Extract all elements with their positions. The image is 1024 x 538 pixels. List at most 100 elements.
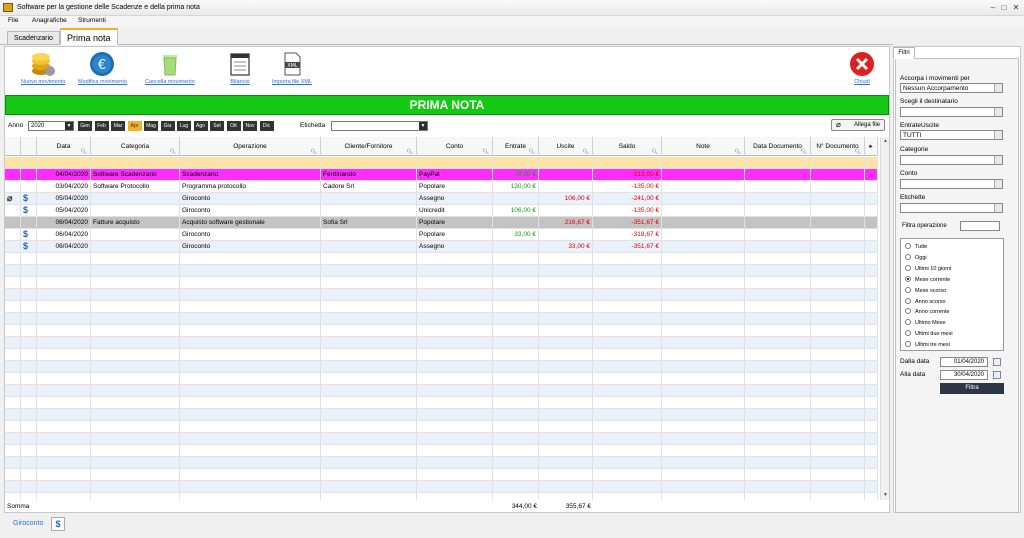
recipient-select[interactable]: [900, 107, 1003, 117]
table-row[interactable]: [5, 421, 878, 433]
table-row[interactable]: [5, 397, 878, 409]
filter-row[interactable]: [5, 157, 878, 169]
period-radio-anno-scorso[interactable]: Anno scorso: [905, 297, 946, 305]
month-button-gen[interactable]: Gen: [78, 121, 92, 131]
table-row[interactable]: [5, 445, 878, 457]
period-radio-anno-corrente[interactable]: Anno corrente: [905, 308, 950, 315]
table-row[interactable]: [5, 481, 878, 493]
tags-select[interactable]: [900, 203, 1003, 213]
period-radio-ultimi-due-mesi[interactable]: Ultimi due mesi: [905, 330, 953, 337]
scroll-down-icon[interactable]: ▼: [881, 491, 890, 500]
import-xml-button[interactable]: XML Importa file XML: [272, 51, 312, 85]
table-row[interactable]: [5, 469, 878, 481]
close-button[interactable]: Chiudi: [849, 51, 875, 85]
table-row[interactable]: [5, 253, 878, 265]
cell-note: [662, 385, 745, 397]
scroll-up-icon[interactable]: ▲: [881, 137, 890, 146]
type-select[interactable]: TUTTI: [900, 130, 1003, 140]
to-date-input[interactable]: 30/04/2020: [940, 370, 988, 380]
table-row[interactable]: [5, 457, 878, 469]
month-button-set[interactable]: Set: [210, 121, 224, 131]
column-header-cliente[interactable]: Cliente/Fornitore 🔍︎: [321, 137, 417, 156]
table-row[interactable]: ⌀ $05/04/2020 Giroconto Assegno 106,00 € -241…: [5, 193, 878, 205]
month-button-apr[interactable]: Apr: [127, 121, 142, 131]
period-radio-oggi[interactable]: Oggi: [905, 253, 927, 261]
month-button-giu[interactable]: Giu: [160, 121, 175, 131]
table-row[interactable]: $06/04/2020 Giroconto Popolare 33,00 € -318,…: [5, 229, 878, 241]
table-row[interactable]: [5, 385, 878, 397]
maximize-icon[interactable]: □: [999, 3, 1009, 13]
period-radio-tutte[interactable]: Tutte: [905, 243, 927, 250]
column-header-uscite[interactable]: Uscite 🔍︎: [539, 137, 593, 156]
attach-file-button[interactable]: ⌀ Allega file: [831, 119, 885, 131]
table-row[interactable]: [5, 325, 878, 337]
tab-filtri[interactable]: Filtri: [893, 47, 915, 59]
month-button-mag[interactable]: Mag: [144, 121, 158, 131]
new-movement-button[interactable]: Nuovo movimento: [21, 51, 65, 85]
column-header-datadoc[interactable]: Data Documento 🔍︎: [745, 137, 811, 156]
delete-movement-button[interactable]: Cancella movimento: [145, 51, 195, 85]
month-button-ott[interactable]: Ott: [226, 121, 241, 131]
month-button-mar[interactable]: Mar: [111, 121, 125, 131]
period-radio-ultimi-10-giorni[interactable]: Ultimi 10 giorni: [905, 264, 951, 272]
close-window-icon[interactable]: ✕: [1011, 3, 1021, 13]
account-select[interactable]: [900, 179, 1003, 189]
op-filter-input[interactable]: [960, 221, 1000, 231]
table-row[interactable]: [5, 277, 878, 289]
match-select[interactable]: Nessun Accorpamento: [900, 83, 1003, 93]
table-row[interactable]: [5, 313, 878, 325]
month-button-feb[interactable]: Feb: [94, 121, 109, 131]
table-row[interactable]: [5, 337, 878, 349]
table-row[interactable]: [5, 433, 878, 445]
from-date-input[interactable]: 01/04/2020: [940, 357, 988, 367]
month-button-dic[interactable]: Dic: [259, 121, 274, 131]
period-radio-mese-corrente[interactable]: Mese corrente: [905, 275, 950, 283]
table-row[interactable]: $05/04/2020 Giroconto Unicredit 106,00 € -13…: [5, 205, 878, 217]
column-header-note[interactable]: Note 🔍︎: [662, 137, 745, 156]
month-button-ago[interactable]: Ago: [193, 121, 208, 131]
tag-select[interactable]: ▼: [331, 121, 428, 131]
column-header-categoria[interactable]: Categoria 🔍︎: [91, 137, 180, 156]
column-header-conto[interactable]: Conto 🔍︎: [417, 137, 493, 156]
cell-ndoc: [811, 193, 865, 205]
year-select[interactable]: 2020 ▼: [28, 121, 74, 131]
cell-uscite: [539, 469, 593, 481]
table-row[interactable]: [5, 409, 878, 421]
menu-file[interactable]: File: [8, 17, 18, 24]
table-row[interactable]: 06/04/2020 Fatture acquisto Acquisto softw…: [5, 217, 878, 229]
table-row[interactable]: [5, 361, 878, 373]
cell-conto: Assegno: [417, 193, 493, 205]
table-row[interactable]: 03/04/2020 Software Protocollo Programma p…: [5, 181, 878, 193]
tab-prima-nota[interactable]: Prima nota: [60, 28, 118, 45]
calendar-icon[interactable]: [993, 371, 1001, 379]
month-button-nov[interactable]: Nov: [243, 121, 257, 131]
table-row[interactable]: [5, 493, 878, 500]
column-header-saldo[interactable]: Saldo 🔍︎: [593, 137, 662, 156]
minimize-icon[interactable]: –: [988, 3, 998, 13]
table-row[interactable]: $06/04/2020 Giroconto Assegno 33,00 € -351,6…: [5, 241, 878, 253]
menu-anagrafiche[interactable]: Anagrafiche: [32, 17, 67, 24]
tab-scadenzario[interactable]: Scadenzario: [7, 31, 60, 45]
period-radio-mese-scorso[interactable]: Mese scorso: [905, 286, 946, 294]
balance-button[interactable]: Bilancio: [227, 51, 253, 85]
column-header-data[interactable]: Data 🔍︎: [37, 137, 91, 156]
column-header-ndoc[interactable]: N° Documento 🔍︎: [811, 137, 865, 156]
column-header-entrate[interactable]: Entrate 🔍︎: [493, 137, 539, 156]
edit-movement-button[interactable]: € Modifica movimento: [78, 51, 127, 85]
table-row[interactable]: [5, 265, 878, 277]
menu-strumenti[interactable]: Strumenti: [78, 17, 106, 24]
table-row[interactable]: 04/04/2020 Software Scadenzario Scadenzari…: [5, 169, 878, 181]
period-radio-ultimi-tre-mesi[interactable]: Ultimi tre mesi: [905, 341, 950, 348]
category-select[interactable]: [900, 155, 1003, 165]
expand-columns-icon[interactable]: ▸: [865, 137, 878, 156]
table-row[interactable]: [5, 289, 878, 301]
filter-button[interactable]: Filtra: [940, 383, 1004, 394]
table-row[interactable]: [5, 301, 878, 313]
vertical-scrollbar[interactable]: ▲ ▼: [880, 137, 889, 500]
calendar-icon[interactable]: [993, 358, 1001, 366]
column-header-operazione[interactable]: Operazione 🔍︎: [180, 137, 321, 156]
table-row[interactable]: [5, 349, 878, 361]
month-button-lug[interactable]: Lug: [177, 121, 191, 131]
period-radio-ultimo-mese[interactable]: Ultimo Mese: [905, 319, 946, 326]
table-row[interactable]: [5, 373, 878, 385]
